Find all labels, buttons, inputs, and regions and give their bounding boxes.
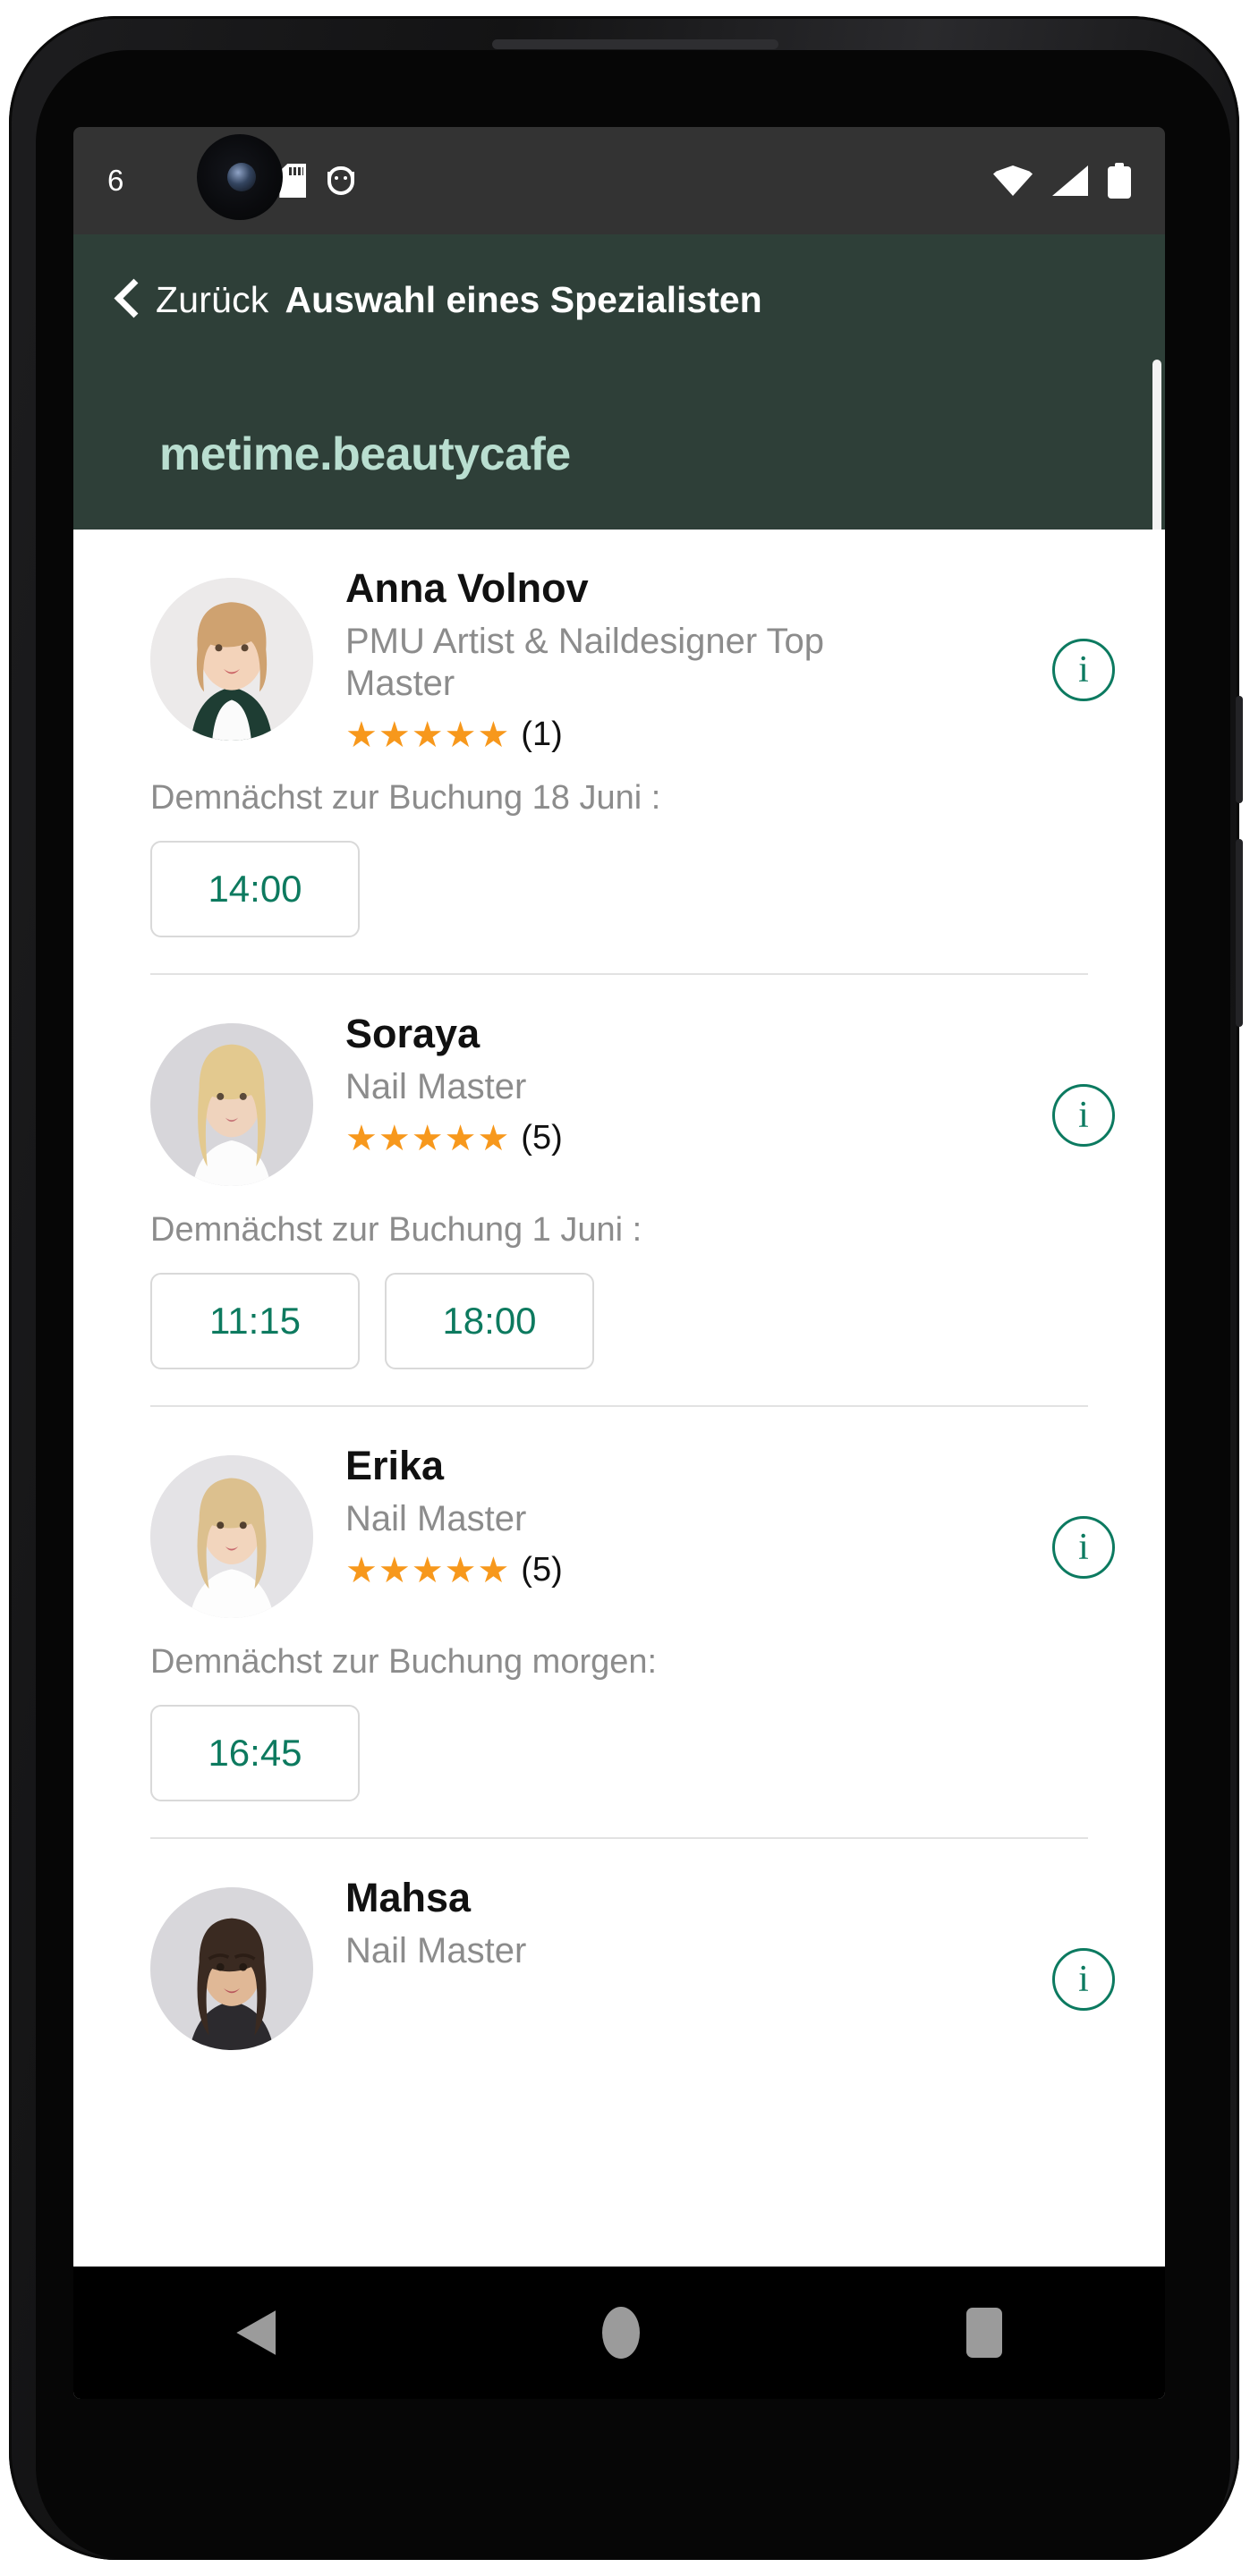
specialist-role: Nail Master — [345, 1930, 527, 1970]
status-bar-right — [993, 163, 1131, 199]
specialist-card[interactable]: Mahsa Nail Master i — [73, 1839, 1165, 2051]
info-icon[interactable]: i — [1052, 1516, 1115, 1580]
android-debug-icon — [326, 165, 356, 197]
cellular-signal-icon — [1052, 165, 1088, 196]
next-booking-label: Demnächst zur Buchung 18 Juni : — [150, 779, 661, 818]
time-slot-button[interactable]: 16:45 — [150, 1705, 360, 1802]
avatar[interactable] — [150, 578, 313, 741]
time-slot-button[interactable]: 11:15 — [150, 1273, 360, 1370]
specialist-role: Nail Master — [345, 1498, 527, 1538]
specialist-info: Erika Nail Master ★★★★★ (5) — [313, 1439, 1052, 1589]
back-button-label[interactable]: Zurück — [156, 279, 269, 321]
time-slot-list: 14:00 — [73, 818, 1165, 938]
specialist-header: Anna Volnov PMU Artist & Naildesigner To… — [73, 530, 1165, 754]
specialist-header: Soraya Nail Master ★★★★★ (5) i — [73, 975, 1165, 1187]
phone-screen: 6 Zurück Auswahl eines Spezialisten meti… — [73, 127, 1165, 2399]
star-rating: ★★★★★ — [345, 1550, 511, 1590]
avatar[interactable] — [150, 1887, 313, 2051]
earpiece-speaker — [492, 39, 778, 49]
info-icon[interactable]: i — [1052, 1084, 1115, 1148]
recents-square-icon[interactable] — [965, 2308, 1002, 2358]
phone-frame: 6 Zurück Auswahl eines Spezialisten meti… — [0, 0, 1250, 2576]
sd-card-icon — [279, 164, 307, 198]
star-rating: ★★★★★ — [345, 715, 511, 755]
specialist-header: Mahsa Nail Master i — [73, 1839, 1165, 2051]
specialist-card[interactable]: Anna Volnov PMU Artist & Naildesigner To… — [73, 530, 1165, 976]
power-button[interactable] — [1236, 839, 1243, 1027]
home-circle-icon[interactable] — [601, 2307, 640, 2359]
star-rating: ★★★★★ — [345, 1118, 511, 1158]
avatar-erika — [150, 1455, 313, 1619]
app-header: Zurück Auswahl eines Spezialisten metime… — [73, 234, 1165, 530]
camera-punch-hole — [197, 134, 283, 220]
rating-row: ★★★★★ (5) — [345, 1551, 1052, 1589]
specialist-role: Nail Master — [345, 1066, 527, 1106]
next-booking-label: Demnächst zur Buchung morgen: — [150, 1643, 658, 1682]
time-slot-button[interactable]: 14:00 — [150, 841, 360, 938]
back-triangle-icon[interactable] — [236, 2310, 276, 2355]
page-title: Auswahl eines Spezialisten — [285, 278, 762, 320]
camera-lens — [227, 163, 256, 191]
avatar-anna — [150, 578, 313, 741]
specialist-info: Anna Volnov PMU Artist & Naildesigner To… — [313, 562, 1052, 754]
time-slot-list: 11:15 18:00 — [73, 1250, 1165, 1370]
specialist-card[interactable]: Soraya Nail Master ★★★★★ (5) i Demnächst… — [73, 975, 1165, 1408]
notification-count: 6 — [107, 164, 124, 197]
rating-row: ★★★★★ (5) — [345, 1119, 1052, 1157]
specialist-info: Mahsa Nail Master — [313, 1871, 1052, 1983]
avatar[interactable] — [150, 1455, 313, 1619]
avatar-mahsa — [150, 1887, 313, 2051]
specialist-list[interactable]: Anna Volnov PMU Artist & Naildesigner To… — [73, 530, 1165, 2306]
volume-button[interactable] — [1236, 696, 1243, 803]
specialist-name: Anna Volnov — [345, 565, 589, 611]
time-slot-list: 16:45 — [73, 1682, 1165, 1802]
specialist-header: Erika Nail Master ★★★★★ (5) i — [73, 1407, 1165, 1619]
wifi-icon — [993, 165, 1033, 196]
header-nav-row: Zurück Auswahl eines Spezialisten — [73, 275, 762, 324]
brand-logo: metime.beautycafe — [159, 428, 571, 480]
battery-icon — [1108, 163, 1131, 199]
specialist-role: PMU Artist & Naildesigner Top Master — [345, 621, 825, 703]
android-navigation-bar — [73, 2267, 1165, 2399]
avatar[interactable] — [150, 1023, 313, 1187]
specialist-name: Erika — [345, 1443, 445, 1489]
specialist-name: Soraya — [345, 1011, 480, 1057]
rating-count: (5) — [521, 1119, 563, 1157]
avatar-soraya — [150, 1023, 313, 1187]
time-slot-button[interactable]: 18:00 — [385, 1273, 594, 1370]
rating-row: ★★★★★ (1) — [345, 716, 1052, 754]
info-icon[interactable]: i — [1052, 639, 1115, 701]
specialist-info: Soraya Nail Master ★★★★★ (5) — [313, 1007, 1052, 1157]
specialist-card[interactable]: Erika Nail Master ★★★★★ (5) i Demnächst … — [73, 1407, 1165, 1840]
next-booking-label: Demnächst zur Buchung 1 Juni : — [150, 1211, 642, 1250]
info-icon[interactable]: i — [1052, 1948, 1115, 2012]
back-chevron-icon[interactable] — [113, 275, 143, 324]
rating-count: (1) — [521, 716, 563, 754]
rating-count: (5) — [521, 1551, 563, 1589]
specialist-name: Mahsa — [345, 1875, 472, 1921]
